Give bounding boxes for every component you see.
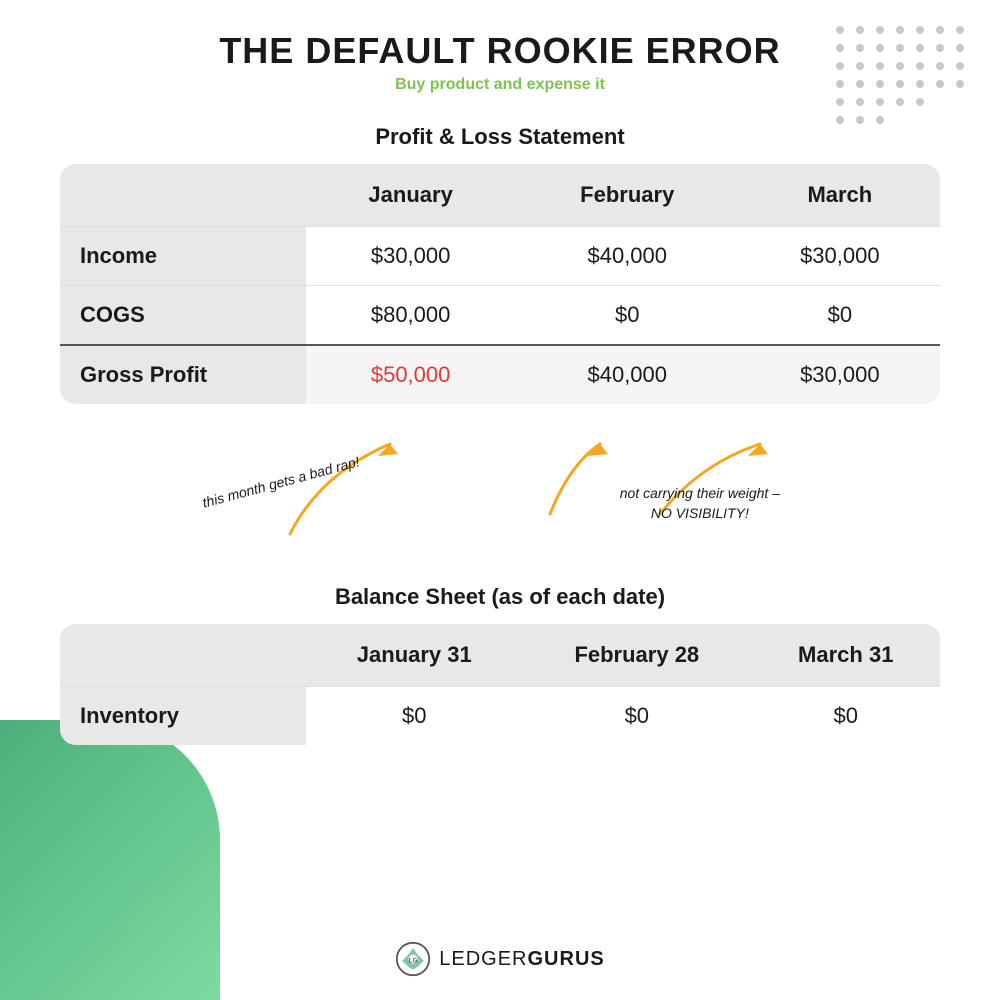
balance-table-container: January 31 February 28 March 31 Inventor… [60, 624, 940, 745]
gross-profit-jan: $50,000 [306, 345, 514, 404]
pnl-table: January February March Income $30,000 $4… [60, 164, 940, 404]
balance-section: Balance Sheet (as of each date) January … [60, 584, 940, 745]
footer-logo: LG LEDGERGURUS [395, 941, 604, 977]
ledgergurus-logo-icon: LG [395, 941, 431, 977]
inventory-mar: $0 [751, 687, 940, 746]
income-mar: $30,000 [740, 227, 940, 286]
pnl-col-mar: March [740, 164, 940, 227]
inventory-jan: $0 [306, 687, 522, 746]
gross-profit-row: Gross Profit $50,000 $40,000 $30,000 [60, 345, 940, 404]
pnl-section: Profit & Loss Statement January February… [60, 124, 940, 404]
pnl-title: Profit & Loss Statement [60, 124, 940, 150]
pnl-table-container: January February March Income $30,000 $4… [60, 164, 940, 404]
balance-title: Balance Sheet (as of each date) [60, 584, 940, 610]
inventory-feb: $0 [522, 687, 751, 746]
footer-text: LEDGERGURUS [439, 948, 604, 971]
cogs-mar: $0 [740, 286, 940, 346]
footer-ledger: LEDGER [439, 948, 527, 970]
balance-header-row: January 31 February 28 March 31 [60, 624, 940, 687]
balance-col-feb28: February 28 [522, 624, 751, 687]
inventory-row: Inventory $0 $0 $0 [60, 687, 940, 746]
footer: LG LEDGERGURUS [0, 941, 1000, 982]
gross-profit-mar: $30,000 [740, 345, 940, 404]
balance-table: January 31 February 28 March 31 Inventor… [60, 624, 940, 745]
annotation-right: not carrying their weight – NO VISIBILIT… [620, 484, 780, 523]
arrows-svg [60, 414, 940, 574]
subtitle: Buy product and expense it [60, 76, 940, 94]
inventory-label: Inventory [60, 687, 306, 746]
annotation-area: this month gets a bad rap! not carrying … [60, 414, 940, 574]
footer-gurus: GURUS [528, 948, 605, 970]
income-feb: $40,000 [515, 227, 740, 286]
cogs-label: COGS [60, 286, 306, 346]
pnl-col-label [60, 164, 306, 227]
annotation-left: this month gets a bad rap! [201, 453, 362, 510]
balance-col-mar31: March 31 [751, 624, 940, 687]
income-row: Income $30,000 $40,000 $30,000 [60, 227, 940, 286]
income-jan: $30,000 [306, 227, 514, 286]
cogs-row: COGS $80,000 $0 $0 [60, 286, 940, 346]
pnl-col-jan: January [306, 164, 514, 227]
gross-profit-feb: $40,000 [515, 345, 740, 404]
title-section: THE DEFAULT ROOKIE ERROR Buy product and… [60, 30, 940, 94]
cogs-feb: $0 [515, 286, 740, 346]
gross-profit-label: Gross Profit [60, 345, 306, 404]
balance-col-jan31: January 31 [306, 624, 522, 687]
main-title: THE DEFAULT ROOKIE ERROR [60, 30, 940, 72]
pnl-col-feb: February [515, 164, 740, 227]
income-label: Income [60, 227, 306, 286]
balance-col-label [60, 624, 306, 687]
svg-text:LG: LG [409, 958, 418, 965]
pnl-header-row: January February March [60, 164, 940, 227]
cogs-jan: $80,000 [306, 286, 514, 346]
